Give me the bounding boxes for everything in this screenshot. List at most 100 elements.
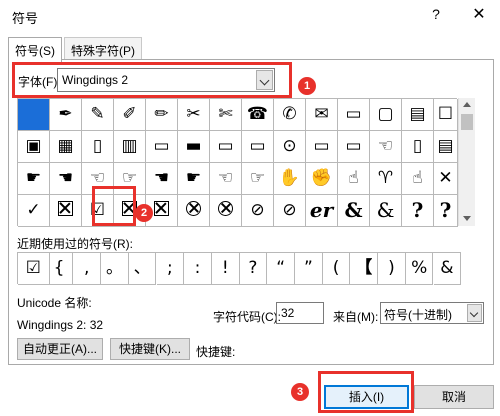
symbol-cell[interactable]: ✂	[178, 99, 210, 131]
symbol-cell[interactable]: ☞	[114, 163, 146, 195]
annotation-marker-3: 3	[291, 383, 309, 401]
symbol-cell[interactable]: ⊙	[274, 131, 306, 163]
symbol-cell[interactable]: ✆	[274, 99, 306, 131]
symbol-cell[interactable]	[50, 195, 82, 227]
symbol-cell[interactable]: ▤	[402, 99, 434, 131]
recent-symbols-row: ☑ { , 。 、 ; : ! ? “ ” ( 【 ) % &	[17, 252, 462, 285]
symbol-cell[interactable]: ▥	[114, 131, 146, 163]
symbol-cell[interactable]: ☛	[178, 163, 210, 195]
symbol-cell[interactable]: ▢	[370, 99, 402, 131]
recent-symbol[interactable]: ?	[239, 253, 268, 285]
from-select[interactable]: 符号(十进制)	[380, 302, 484, 324]
symbol-cell[interactable]: ⊘	[274, 195, 306, 227]
symbol-cell[interactable]: ☜	[210, 163, 242, 195]
symbol-cell[interactable]: ☐	[434, 99, 458, 131]
symbol-cell[interactable]: &	[370, 195, 402, 227]
from-select-value: 符号(十进制)	[384, 308, 452, 322]
symbol-cell[interactable]: ☑	[82, 195, 114, 227]
symbol-cell[interactable]: ✎	[82, 99, 114, 131]
close-icon[interactable]: ✕	[470, 4, 488, 24]
recent-symbol[interactable]: (	[322, 253, 351, 285]
scroll-up-icon[interactable]	[463, 102, 471, 107]
symbol-cell[interactable]: ✊	[306, 163, 338, 195]
symbol-cell[interactable]	[178, 195, 210, 227]
symbol-cell[interactable]: ☛	[18, 163, 50, 195]
recent-symbol[interactable]: ”	[295, 253, 323, 285]
insert-button[interactable]: 插入(I)	[324, 385, 409, 409]
circle-x-icon	[218, 201, 233, 216]
symbol-cell[interactable]: ✉	[306, 99, 338, 131]
symbol-cell-selected[interactable]	[18, 99, 50, 131]
symbol-cell[interactable]: er	[306, 195, 338, 227]
recent-symbol[interactable]: !	[211, 253, 240, 285]
symbol-cell[interactable]: ▭	[146, 131, 178, 163]
symbol-cell[interactable]: ▭	[338, 131, 370, 163]
tab-special-characters[interactable]: 特殊字符(P)	[64, 37, 142, 60]
symbol-cell[interactable]: ✏	[146, 99, 178, 131]
recent-symbol[interactable]: “	[267, 253, 295, 285]
scroll-thumb[interactable]	[461, 114, 473, 130]
symbol-cell[interactable]: ♈	[370, 163, 402, 195]
symbol-cell[interactable]: ☜	[370, 131, 402, 163]
symbol-cell[interactable]: ▤	[434, 131, 458, 163]
recent-symbol[interactable]: ,	[73, 253, 102, 285]
shortcut-key-button[interactable]: 快捷键(K)...	[110, 338, 190, 360]
recent-symbol[interactable]: ;	[156, 253, 185, 285]
symbol-cell[interactable]: ✓	[18, 195, 50, 227]
font-dropdown-button[interactable]	[256, 70, 273, 90]
boxed-x-icon	[154, 201, 169, 216]
annotation-marker-1: 1	[298, 77, 316, 95]
grid-scrollbar[interactable]	[458, 98, 475, 226]
recent-symbol[interactable]: :	[184, 253, 212, 285]
autocorrect-button[interactable]: 自动更正(A)...	[17, 338, 103, 360]
symbol-cell[interactable]: ▭	[338, 99, 370, 131]
scroll-down-icon[interactable]	[463, 216, 471, 221]
font-code-text: Wingdings 2: 32	[17, 318, 104, 332]
recent-symbol[interactable]: &	[433, 253, 462, 285]
symbol-cell[interactable]: ☚	[146, 163, 178, 195]
symbol-cell[interactable]: &	[338, 195, 370, 227]
symbol-cell[interactable]: ☎	[242, 99, 274, 131]
symbol-cell[interactable]: ☞	[242, 163, 274, 195]
recent-symbols-label: 近期使用过的符号(R):	[17, 237, 133, 251]
symbol-cell[interactable]: ?	[402, 195, 434, 227]
symbol-cell[interactable]: ▭	[242, 131, 274, 163]
from-dropdown-button[interactable]	[467, 304, 482, 322]
recent-symbol[interactable]: {	[45, 253, 74, 285]
symbol-cell[interactable]: ▬	[178, 131, 210, 163]
symbol-cell[interactable]: ▯	[82, 131, 114, 163]
symbol-cell[interactable]: ☚	[50, 163, 82, 195]
from-label: 来自(M):	[333, 310, 379, 324]
char-code-input[interactable]: 32	[276, 302, 324, 324]
cancel-button[interactable]: 取消	[414, 385, 494, 409]
recent-symbol[interactable]: 【	[350, 253, 379, 285]
symbol-cell[interactable]: ☝	[402, 163, 434, 195]
symbol-cell[interactable]: ☝	[338, 163, 370, 195]
symbol-cell[interactable]: ✄	[210, 99, 242, 131]
symbol-cell[interactable]: ▦	[50, 131, 82, 163]
dialog-title: 符号	[12, 11, 39, 26]
symbol-cell[interactable]: ⊘	[242, 195, 274, 227]
tab-symbols[interactable]: 符号(S)	[8, 37, 62, 62]
symbol-cell[interactable]: ▭	[306, 131, 338, 163]
symbol-cell[interactable]: ▣	[18, 131, 50, 163]
recent-symbol[interactable]: )	[378, 253, 406, 285]
symbol-cell[interactable]: ✋	[274, 163, 306, 195]
symbol-cell[interactable]: ✕	[434, 163, 458, 195]
symbol-cell[interactable]: ▯	[402, 131, 434, 163]
help-icon[interactable]: ?	[428, 6, 444, 22]
symbol-grid: ✒ ✎ ✐ ✏ ✂ ✄ ☎ ✆ ✉ ▭ ▢ ▤ ☐ ▣ ▦ ▯ ▥ ▭ ▬ ▭ …	[17, 98, 458, 227]
symbol-cell[interactable]: ✒	[50, 99, 82, 131]
recent-symbol[interactable]: 、	[128, 253, 157, 285]
symbol-cell[interactable]: ▭	[210, 131, 242, 163]
recent-symbol[interactable]: %	[405, 253, 434, 285]
chevron-down-icon	[259, 75, 270, 86]
recent-symbol[interactable]: 。	[101, 253, 129, 285]
symbol-cell[interactable]	[210, 195, 242, 227]
symbol-cell[interactable]: ✐	[114, 99, 146, 131]
font-label: 字体(F):	[18, 75, 61, 89]
symbol-cell[interactable]: ☜	[82, 163, 114, 195]
font-select[interactable]: Wingdings 2	[57, 68, 275, 92]
annotation-marker-2: 2	[135, 204, 153, 222]
symbol-cell[interactable]: ?	[434, 195, 458, 227]
